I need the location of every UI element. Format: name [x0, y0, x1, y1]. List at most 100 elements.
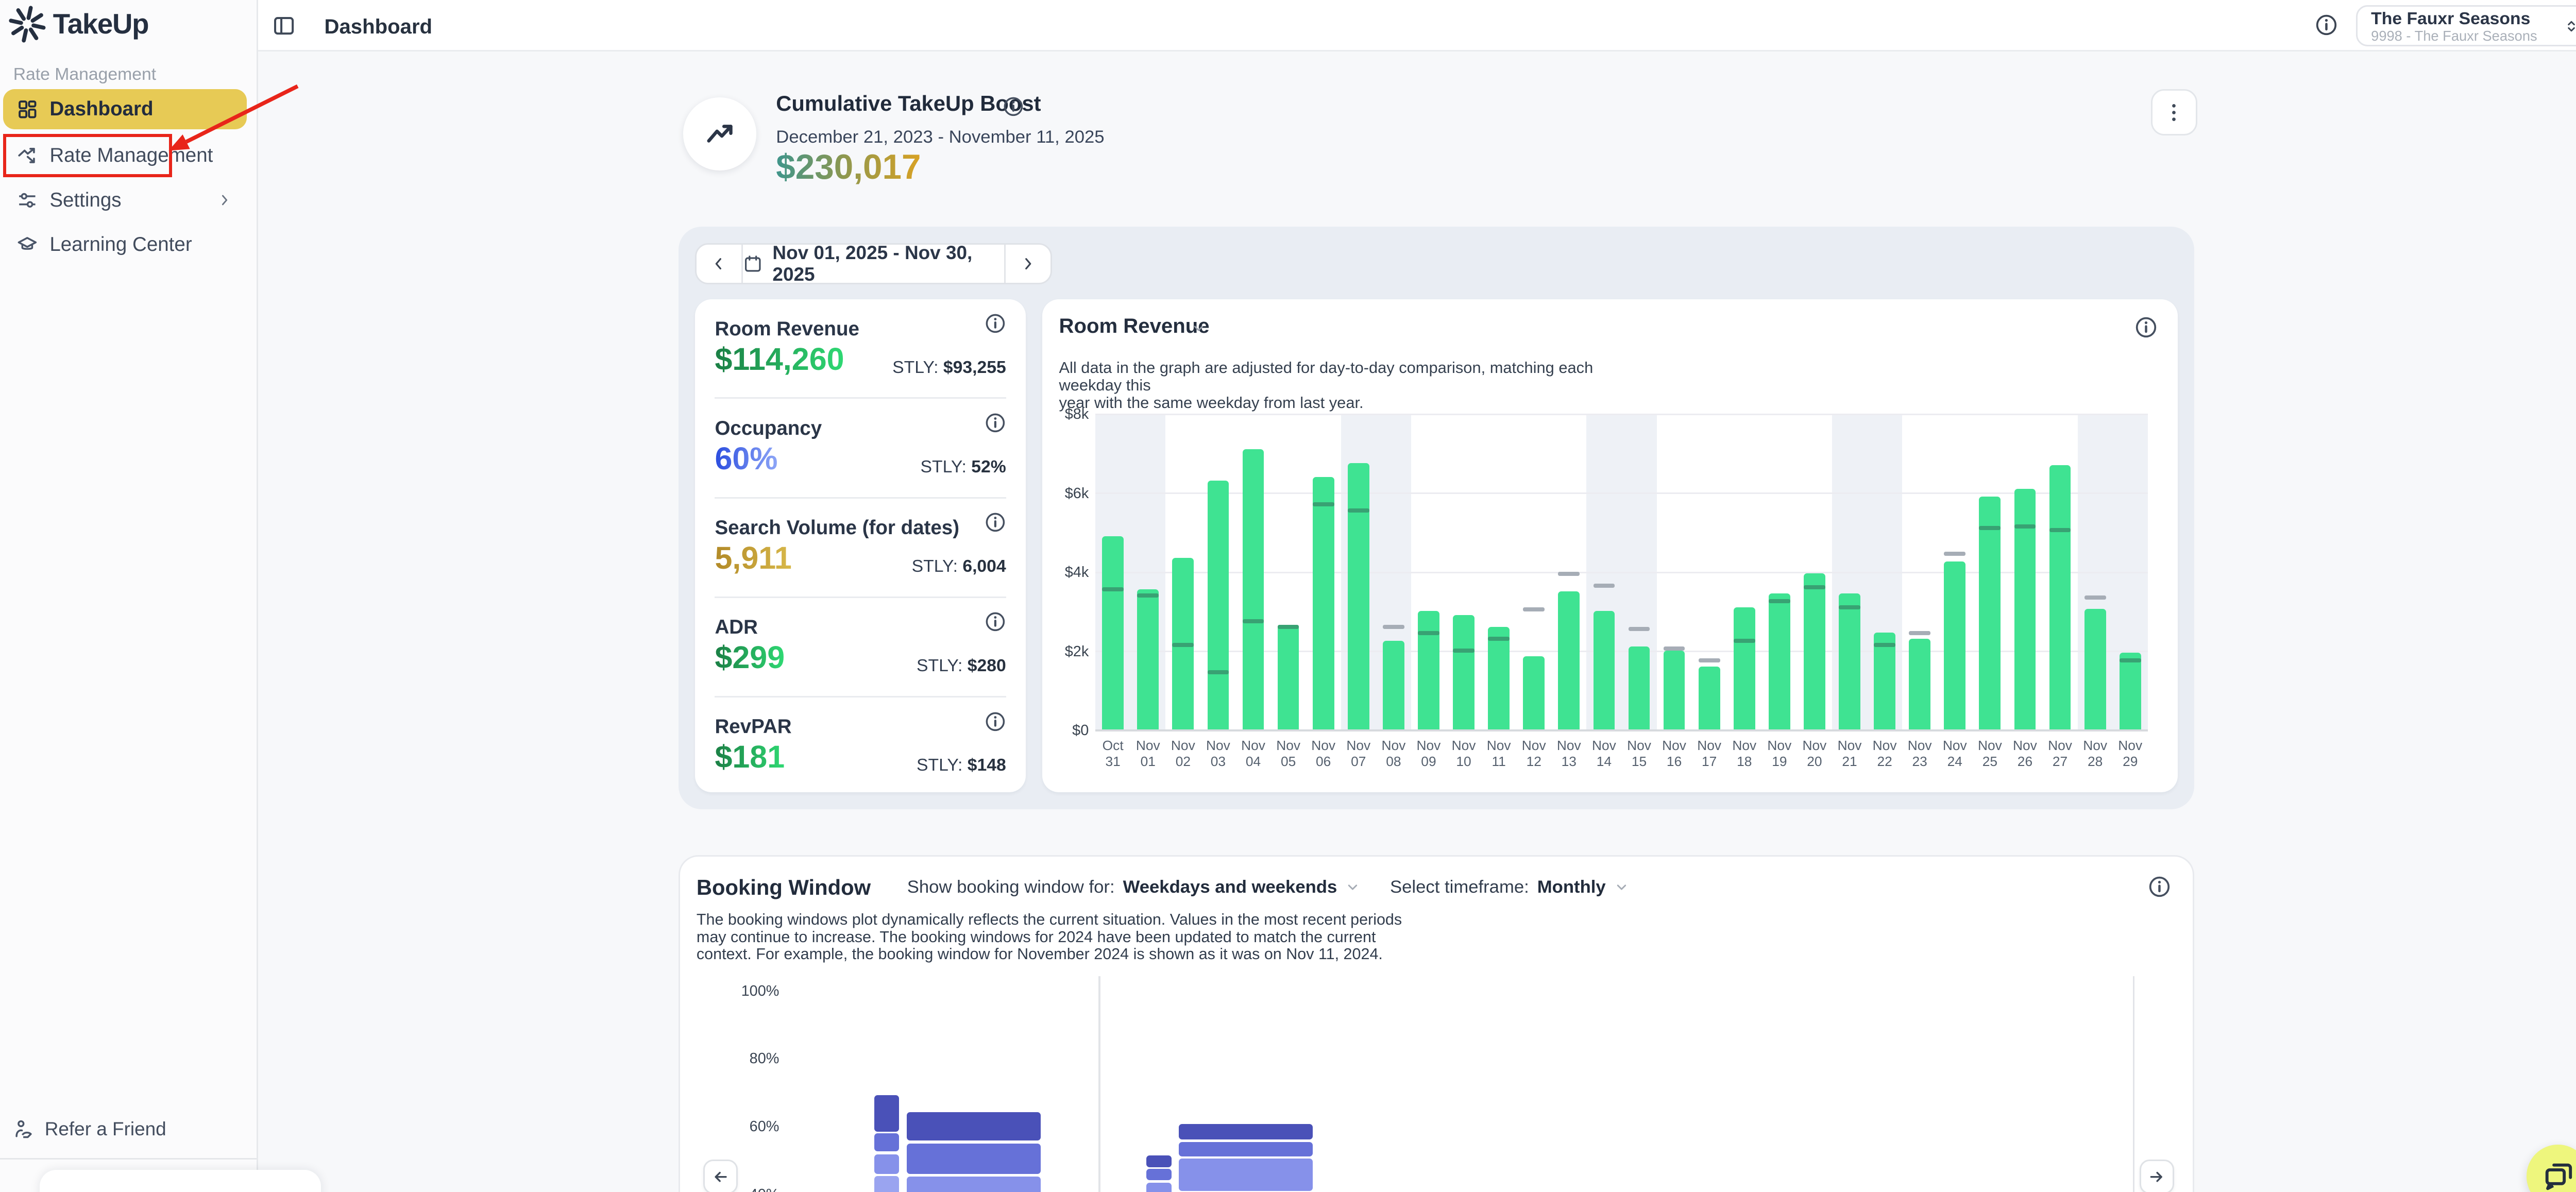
topbar: Dashboard The Fauxr Seasons 9998 - The F…: [257, 0, 2576, 52]
booking-prev-button[interactable]: [703, 1160, 738, 1192]
boost-amount: $230,017: [776, 147, 921, 187]
app-root: TakeUp Rate Management Dashboard Rate Ma…: [0, 0, 2576, 1192]
stly-marker: [1488, 637, 1510, 641]
stly-marker: [2084, 595, 2106, 600]
y-tick-label: $6k: [1042, 485, 1089, 502]
x-tick-label: Nov12: [1516, 738, 1551, 769]
show-booking-dropdown[interactable]: Weekdays and weekends: [1123, 877, 1337, 897]
refer-a-friend-button[interactable]: Refer a Friend: [13, 1118, 166, 1140]
arrow-right-icon: [2147, 1168, 2165, 1186]
y-tick-label: $2k: [1042, 643, 1089, 660]
metric-stly: STLY: 52%: [921, 457, 1006, 477]
revenue-bar: [1699, 667, 1720, 730]
sidebar-toggle-icon[interactable]: [272, 13, 296, 38]
metric-value: $299: [715, 639, 785, 675]
metric-label: ADR: [715, 616, 757, 639]
info-icon[interactable]: [985, 313, 1006, 334]
date-range-label: Nov 01, 2025 - Nov 30, 2025: [772, 243, 1004, 284]
takeup-burst-icon: [8, 5, 46, 43]
user-card-cutoff[interactable]: [40, 1170, 321, 1192]
booking-bar-segment: [874, 1133, 899, 1151]
stly-marker: [1348, 508, 1369, 513]
property-name: The Fauxr Seasons: [2371, 10, 2560, 28]
sidebar-item-label: Settings: [49, 189, 121, 212]
sidebar-item-dashboard[interactable]: Dashboard: [3, 89, 246, 129]
revenue-bar: [1243, 449, 1264, 729]
metric-label: RevPAR: [715, 716, 791, 738]
revenue-chart-card: Room Revenue All data in the graph are a…: [1042, 299, 2177, 792]
revenue-chart-note: All data in the graph are adjusted for d…: [1059, 359, 1621, 412]
sidebar-item-settings[interactable]: Settings: [3, 180, 246, 220]
x-tick-label: Nov11: [1481, 738, 1516, 769]
revenue-bar: [1278, 625, 1299, 729]
sidebar-footer-divider: [0, 1158, 257, 1160]
next-period-button[interactable]: [1006, 245, 1050, 283]
stly-marker: [1594, 584, 1615, 588]
stly-marker: [1453, 649, 1475, 653]
timeframe-dropdown[interactable]: Monthly: [1537, 877, 1606, 897]
sidebar-item-label: Learning Center: [49, 233, 192, 256]
metric-row-room-revenue: Room Revenue $114,260 STLY: $93,255: [715, 299, 1006, 399]
booking-bar-segment: [1146, 1183, 1171, 1192]
revenue-bar: [1979, 497, 2001, 729]
booking-bar-segment: [907, 1144, 1041, 1174]
sidebar-item-label: Rate Management: [49, 144, 213, 167]
property-selector[interactable]: The Fauxr Seasons 9998 - The Fauxr Seaso…: [2356, 5, 2576, 46]
stly-marker: [1734, 639, 1755, 643]
revenue-info-icon[interactable]: [2134, 316, 2158, 339]
chevron-down-icon[interactable]: [1191, 321, 1206, 336]
chevron-up-down-icon: [2563, 18, 2576, 35]
info-icon[interactable]: [985, 611, 1006, 633]
stly-marker: [2049, 528, 2071, 532]
boost-menu-button[interactable]: [2151, 89, 2197, 135]
y-tick-label: $8k: [1042, 406, 1089, 423]
info-icon[interactable]: [985, 711, 1006, 733]
boost-title: Cumulative TakeUp Boost: [776, 91, 1041, 116]
booking-window-card: Booking Window Show booking window for: …: [679, 855, 2194, 1192]
chevron-right-icon: [217, 193, 232, 208]
stly-marker: [1418, 631, 1439, 635]
booking-window-title: Booking Window: [697, 875, 871, 900]
x-tick-label: Nov08: [1376, 738, 1411, 769]
booking-next-button[interactable]: [2140, 1160, 2174, 1192]
x-tick-label: Nov28: [2078, 738, 2113, 769]
stly-marker: [1137, 593, 1159, 598]
chevron-left-icon: [710, 256, 727, 272]
revenue-bar: [1313, 477, 1334, 730]
x-tick-label: Nov09: [1411, 738, 1446, 769]
revenue-bar: [1944, 561, 1965, 729]
x-tick-label: Nov16: [1657, 738, 1692, 769]
revenue-bar: [1664, 651, 1685, 729]
revenue-bar: [2084, 609, 2106, 729]
x-tick-label: Nov15: [1621, 738, 1656, 769]
revenue-bar: [1348, 463, 1369, 730]
metrics-card: Room Revenue $114,260 STLY: $93,255 Occu…: [695, 299, 1026, 792]
show-booking-label: Show booking window for:: [907, 877, 1115, 897]
booking-bar-segment: [907, 1112, 1041, 1140]
arrow-left-icon: [711, 1168, 730, 1186]
x-tick-label: Nov13: [1551, 738, 1586, 769]
x-tick-label: Nov22: [1867, 738, 1902, 769]
booking-bar-segment: [874, 1154, 899, 1174]
stly-marker: [1804, 585, 1825, 589]
x-tick-label: Oct31: [1095, 738, 1130, 769]
overview-card: Nov 01, 2025 - Nov 30, 2025 Room Revenue…: [679, 227, 2194, 809]
y-tick-label: $4k: [1042, 564, 1089, 581]
chevron-right-icon: [1020, 256, 1036, 272]
sidebar-section-label: Rate Management: [13, 64, 156, 84]
trending-up-icon: [703, 117, 736, 150]
sidebar-item-learning-center[interactable]: Learning Center: [3, 225, 246, 265]
prev-period-button[interactable]: [697, 245, 741, 283]
info-icon[interactable]: [985, 412, 1006, 434]
info-icon[interactable]: [985, 512, 1006, 533]
sidebar-item-rate-management[interactable]: Rate Management: [3, 135, 246, 175]
booking-info-icon[interactable]: [2148, 875, 2171, 898]
booking-bar-segment: [874, 1095, 899, 1132]
metric-value: $114,260: [715, 341, 844, 377]
revenue-bar: [1839, 593, 1860, 730]
x-tick-label: Nov26: [2007, 738, 2042, 769]
date-range-button[interactable]: Nov 01, 2025 - Nov 30, 2025: [741, 245, 1006, 283]
property-info-icon[interactable]: [2315, 13, 2338, 37]
boost-info-icon[interactable]: [1003, 96, 1024, 117]
booking-bar-segment: [907, 1177, 1041, 1192]
